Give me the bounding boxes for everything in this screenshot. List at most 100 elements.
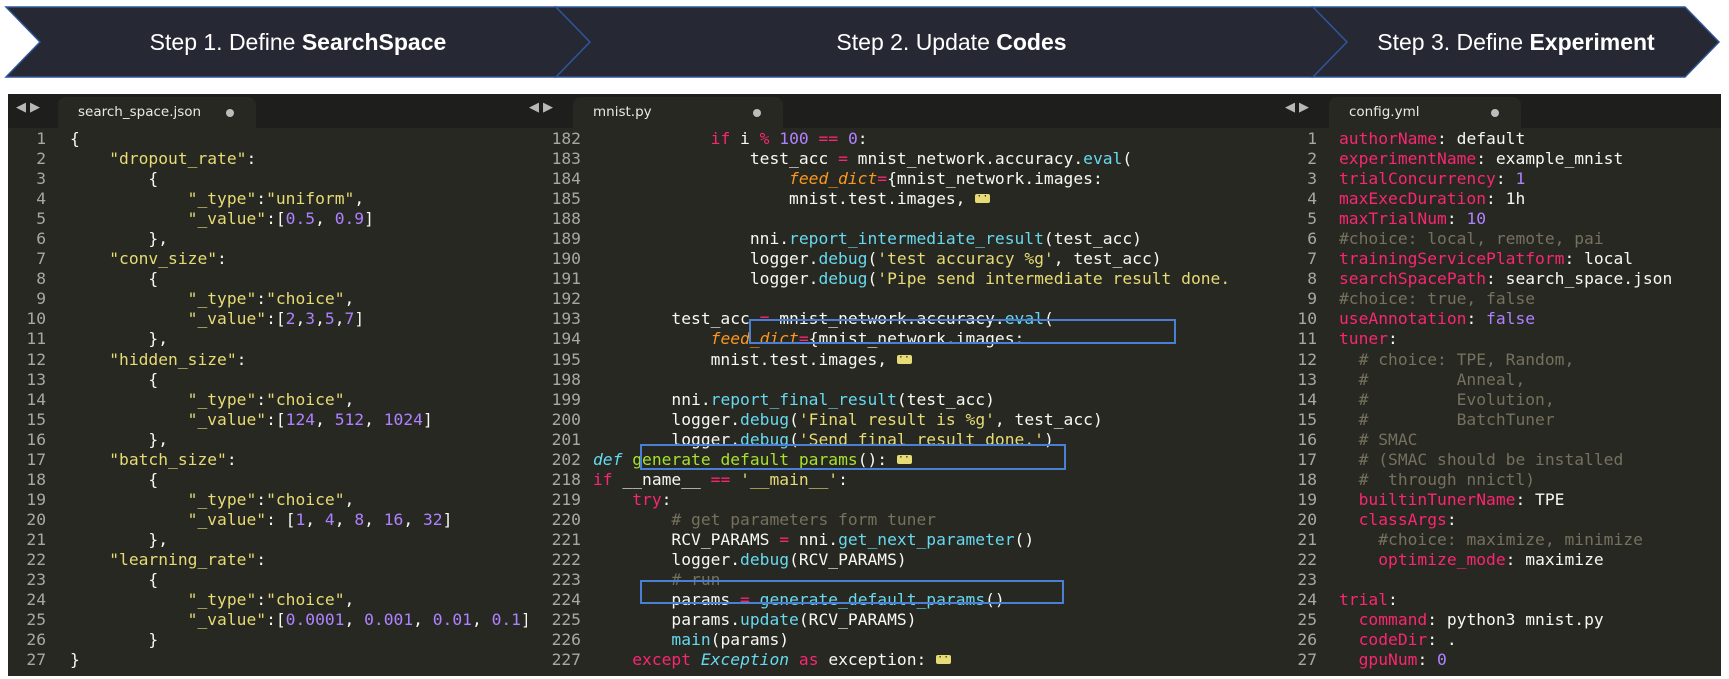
code-line[interactable]: 182 if i % 100 == 0:	[527, 129, 1279, 149]
code-line[interactable]: 7 "conv_size":	[8, 249, 527, 269]
tab-search-space-json[interactable]: search_space.json	[58, 97, 256, 128]
code-line[interactable]: 14 "_type":"choice",	[8, 390, 527, 410]
code-line[interactable]: 16 },	[8, 430, 527, 450]
code-text: {	[70, 169, 158, 189]
code-line[interactable]: 22 "learning_rate":	[8, 550, 527, 570]
code-line[interactable]: 195 mnist.test.images,	[527, 348, 1279, 370]
code-line[interactable]: 5 "_value":[0.5, 0.9]	[8, 209, 527, 229]
code-line[interactable]: 2 experimentName: example_mnist	[1279, 149, 1721, 169]
code-line[interactable]: 4 "_type":"uniform",	[8, 189, 527, 209]
code-line[interactable]: 21 },	[8, 530, 527, 550]
code-line[interactable]: 20 classArgs:	[1279, 510, 1721, 530]
code-line[interactable]: 185 mnist.test.images,	[527, 187, 1279, 209]
code-line[interactable]: 24 "_type":"choice",	[8, 590, 527, 610]
code-line[interactable]: 1 authorName: default	[1279, 129, 1721, 149]
unsaved-dot-icon[interactable]	[753, 109, 761, 117]
code-line[interactable]: 17 # (SMAC should be installed	[1279, 450, 1721, 470]
code-line[interactable]: 13 {	[8, 370, 527, 390]
code-line[interactable]: 21 #choice: maximize, minimize	[1279, 530, 1721, 550]
code-line[interactable]: 6 },	[8, 229, 527, 249]
code-line[interactable]: 15 # BatchTuner	[1279, 410, 1721, 430]
step-2-label: Step 2. Update Codes	[590, 24, 1313, 60]
code-line[interactable]: 7 trainingServicePlatform: local	[1279, 249, 1721, 269]
code-line[interactable]: 25 "_value":[0.0001, 0.001, 0.01, 0.1]	[8, 610, 527, 630]
code-line[interactable]: 19 "_type":"choice",	[8, 490, 527, 510]
code-line[interactable]: 222 logger.debug(RCV_PARAMS)	[527, 550, 1279, 570]
code-line[interactable]: 219 try:	[527, 490, 1279, 510]
code-line[interactable]: 22 optimize_mode: maximize	[1279, 550, 1721, 570]
code-line[interactable]: 10 useAnnotation: false	[1279, 309, 1721, 329]
code-line[interactable]: 220 # get parameters form tuner	[527, 510, 1279, 530]
tab-nav-arrows-icon[interactable]: ◀▶	[1285, 100, 1313, 115]
code-line[interactable]: 12 # choice: TPE, Random,	[1279, 350, 1721, 370]
code-line[interactable]: 190 logger.debug('test accuracy %g', tes…	[527, 249, 1279, 269]
code-line[interactable]: 183 test_acc = mnist_network.accuracy.ev…	[527, 149, 1279, 169]
code-line[interactable]: 26 codeDir: .	[1279, 630, 1721, 650]
code-line[interactable]: 226 main(params)	[527, 630, 1279, 650]
tab-nav-arrows-icon[interactable]: ◀▶	[529, 100, 557, 115]
code-text: experimentName: example_mnist	[1339, 149, 1623, 169]
tab-nav-arrows-icon[interactable]: ◀▶	[16, 100, 44, 115]
code-line[interactable]: 5 maxTrialNum: 10	[1279, 209, 1721, 229]
code-line[interactable]: 227 except Exception as exception:	[527, 648, 1279, 670]
code-line[interactable]: 27 gpuNum: 0	[1279, 650, 1721, 670]
code-line[interactable]: 23	[1279, 570, 1721, 590]
code-token: :	[1388, 329, 1398, 349]
code-line[interactable]: 12 "hidden_size":	[8, 350, 527, 370]
fold-marker-icon[interactable]	[896, 348, 916, 368]
code-line[interactable]: 9 "_type":"choice",	[8, 289, 527, 309]
code-line[interactable]: 14 # Evolution,	[1279, 390, 1721, 410]
code-line[interactable]: 184 feed_dict={mnist_network.images:	[527, 169, 1279, 189]
code-line[interactable]: 191 logger.debug('Pipe send intermediate…	[527, 269, 1279, 289]
unsaved-dot-icon[interactable]	[226, 109, 234, 117]
code-line[interactable]: 192	[527, 289, 1279, 309]
code-line[interactable]: 9 #choice: true, false	[1279, 289, 1721, 309]
code-line[interactable]: 8 searchSpacePath: search_space.json	[1279, 269, 1721, 289]
code-line[interactable]: 3 trialConcurrency: 1	[1279, 169, 1721, 189]
code-line[interactable]: 2 "dropout_rate":	[8, 149, 527, 169]
code-token: 0.5	[285, 209, 316, 229]
code-line[interactable]: 4 maxExecDuration: 1h	[1279, 189, 1721, 209]
code-line[interactable]: 3 {	[8, 169, 527, 189]
code-line[interactable]: 225 params.update(RCV_PARAMS)	[527, 610, 1279, 630]
editor-pane-config[interactable]: ◀▶ config.yml 1 authorName: default 2 exper…	[1279, 94, 1721, 676]
tab-mnist-py[interactable]: mnist.py	[573, 97, 783, 128]
code-line[interactable]: 11 tuner:	[1279, 329, 1721, 349]
code-line[interactable]: 13 # Anneal,	[1279, 370, 1721, 390]
code-line[interactable]: 199 nni.report_final_result(test_acc)	[527, 390, 1279, 410]
code-line[interactable]: 1{	[8, 129, 527, 149]
code-line[interactable]: 189 nni.report_intermediate_result(test_…	[527, 229, 1279, 249]
code-line[interactable]: 6 #choice: local, remote, pai	[1279, 229, 1721, 249]
code-area[interactable]: 1 authorName: default 2 experimentName: exa…	[1279, 129, 1721, 670]
code-line[interactable]: 26 }	[8, 630, 527, 650]
code-line[interactable]: 221 RCV_PARAMS = nni.get_next_parameter(…	[527, 530, 1279, 550]
code-line[interactable]: 27}	[8, 650, 527, 670]
editor-pane-mnist[interactable]: ◀▶ mnist.py 182 if i % 100 == 0: 183 test…	[527, 94, 1279, 676]
code-line[interactable]: 19 builtinTunerName: TPE	[1279, 490, 1721, 510]
fold-marker-icon[interactable]	[936, 648, 955, 668]
code-token: "choice"	[266, 489, 345, 509]
code-line[interactable]: 188	[527, 209, 1279, 229]
code-line[interactable]: 24 trial:	[1279, 590, 1721, 610]
code-line[interactable]: 20 "_value": [1, 4, 8, 16, 32]	[8, 510, 527, 530]
code-line[interactable]: 18 # through nnictl)	[1279, 470, 1721, 490]
code-line[interactable]: 198	[527, 370, 1279, 390]
unsaved-dot-icon[interactable]	[1491, 109, 1499, 117]
code-line[interactable]: 18 {	[8, 470, 527, 490]
editor-pane-search-space[interactable]: ◀▶ search_space.json 1{2 "dropout_rate":…	[8, 94, 527, 676]
code-line[interactable]: 17 "batch_size":	[8, 450, 527, 470]
code-line[interactable]: 25 command: python3 mnist.py	[1279, 610, 1721, 630]
code-line[interactable]: 11 },	[8, 329, 527, 349]
code-line[interactable]: 8 {	[8, 269, 527, 289]
code-line[interactable]: 23 {	[8, 570, 527, 590]
fold-marker-icon[interactable]	[975, 187, 994, 207]
tab-config-yml[interactable]: config.yml	[1329, 97, 1521, 128]
code-line[interactable]: 200 logger.debug('Final result is %g', t…	[527, 410, 1279, 430]
code-area[interactable]: 1{2 "dropout_rate": 3 {4 "_type":"uniform…	[8, 129, 527, 670]
code-line[interactable]: 10 "_value":[2,3,5,7]	[8, 309, 527, 329]
code-line[interactable]: 16 # SMAC	[1279, 430, 1721, 450]
code-line[interactable]: 218 if __name__ == '__main__':	[527, 470, 1279, 490]
code-line[interactable]: 15 "_value":[124, 512, 1024]	[8, 410, 527, 430]
